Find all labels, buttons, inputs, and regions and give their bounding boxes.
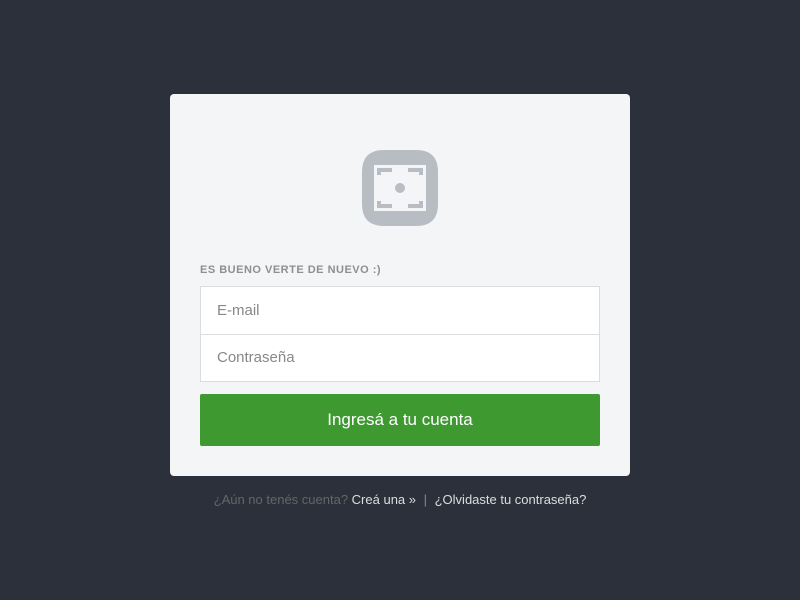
signup-prompt: ¿Aún no tenés cuenta?: [214, 492, 352, 507]
logo: [354, 142, 446, 234]
camera-logo-icon: [354, 142, 446, 234]
input-group: [200, 286, 600, 382]
welcome-text: ES BUENO VERTE DE NUEVO :): [200, 264, 381, 276]
login-card: ES BUENO VERTE DE NUEVO :) Ingresá a tu …: [170, 94, 630, 476]
email-field[interactable]: [200, 286, 600, 334]
password-field[interactable]: [200, 334, 600, 382]
login-button[interactable]: Ingresá a tu cuenta: [200, 394, 600, 446]
forgot-password-link[interactable]: ¿Olvidaste tu contraseña?: [435, 492, 587, 507]
separator: |: [420, 492, 431, 507]
create-account-link[interactable]: Creá una »: [352, 492, 416, 507]
footer-links: ¿Aún no tenés cuenta? Creá una » | ¿Olvi…: [214, 492, 587, 507]
